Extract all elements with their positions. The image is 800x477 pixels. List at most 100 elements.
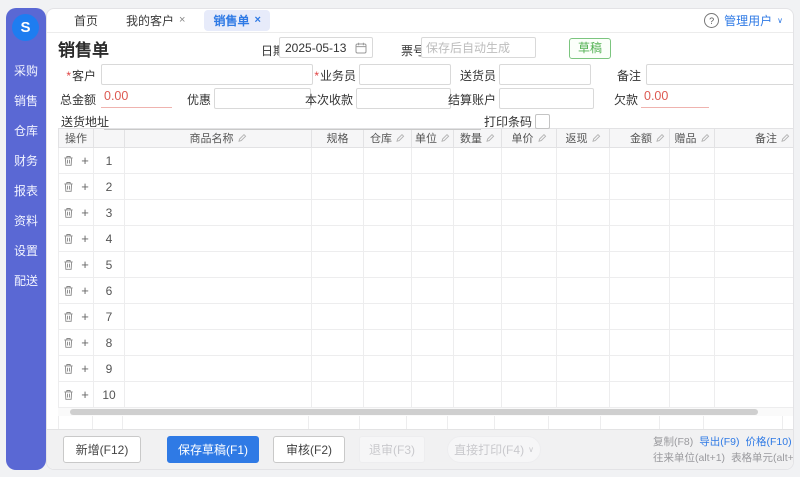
table-cell[interactable] [454,356,502,382]
table-cell[interactable] [364,148,412,174]
table-cell[interactable] [502,200,557,226]
table-cell[interactable] [502,278,557,304]
table-cell[interactable] [557,278,610,304]
deliveryman-input[interactable] [499,64,591,85]
delete-row-icon[interactable] [63,363,74,375]
table-cell[interactable] [125,356,312,382]
sidebar-item-finance[interactable]: 财务 [6,146,46,176]
sidebar-item-purchase[interactable]: 采购 [6,56,46,86]
salesman-input[interactable] [359,64,451,85]
table-cell[interactable] [502,382,557,408]
table-cell[interactable] [125,226,312,252]
settle-account-input[interactable] [499,88,594,109]
table-cell[interactable] [610,304,670,330]
delete-row-icon[interactable] [63,181,74,193]
copy-link[interactable]: 复制(F8) [653,436,693,448]
sidebar-item-settings[interactable]: 设置 [6,236,46,266]
table-cell[interactable] [715,304,795,330]
table-cell[interactable] [502,304,557,330]
table-cell[interactable] [412,200,454,226]
tab-sales-order[interactable]: 销售单× [204,10,269,31]
delete-row-icon[interactable] [63,337,74,349]
table-cell[interactable] [502,226,557,252]
table-cell[interactable] [715,174,795,200]
table-cell[interactable] [312,382,364,408]
table-cell[interactable] [412,304,454,330]
table-cell[interactable] [715,252,795,278]
table-cell[interactable] [454,226,502,252]
table-cell[interactable] [670,330,715,356]
table-cell[interactable] [125,382,312,408]
table-cell[interactable] [670,174,715,200]
table-cell[interactable] [364,174,412,200]
remark-input[interactable] [646,64,794,85]
date-input[interactable]: 2025-05-13 [279,37,373,58]
export-link[interactable]: 导出(F9) [699,436,739,448]
table-cell[interactable] [557,200,610,226]
table-cell[interactable] [412,148,454,174]
delete-row-icon[interactable] [63,233,74,245]
table-cell[interactable] [312,148,364,174]
partner-unit-link[interactable]: 往来单位(alt+1) [653,452,725,464]
delete-row-icon[interactable] [63,311,74,323]
table-cell[interactable] [610,330,670,356]
table-cell[interactable] [670,200,715,226]
table-cell[interactable] [312,278,364,304]
table-cell[interactable] [715,278,795,304]
table-cell[interactable] [502,252,557,278]
table-cell[interactable] [715,148,795,174]
table-cell[interactable] [364,226,412,252]
table-cell[interactable] [557,304,610,330]
table-cell[interactable] [670,382,715,408]
table-cell[interactable] [364,356,412,382]
table-cell[interactable] [502,330,557,356]
horizontal-scrollbar[interactable] [70,409,758,415]
table-cell[interactable] [715,200,795,226]
delete-row-icon[interactable] [63,155,74,167]
user-menu[interactable]: 管理用户 [724,12,772,29]
delete-row-icon[interactable] [63,259,74,271]
sidebar-item-sales[interactable]: 销售 [6,86,46,116]
sidebar-item-data[interactable]: 资料 [6,206,46,236]
table-cell[interactable] [670,252,715,278]
tab-home[interactable]: 首页 [65,10,107,31]
add-row-icon[interactable]: + [81,258,89,271]
table-cell[interactable] [610,252,670,278]
tab-my-customers[interactable]: 我的客户× [117,10,194,31]
table-cell[interactable] [125,278,312,304]
table-cell[interactable] [454,278,502,304]
sidebar-item-reports[interactable]: 报表 [6,176,46,206]
table-cell[interactable] [610,356,670,382]
table-cell[interactable] [312,304,364,330]
table-cell[interactable] [412,252,454,278]
table-cell[interactable] [364,252,412,278]
table-cell[interactable] [454,200,502,226]
add-row-icon[interactable]: + [81,180,89,193]
table-cell[interactable] [715,356,795,382]
table-cell[interactable] [412,330,454,356]
table-cell[interactable] [454,304,502,330]
table-cell[interactable] [502,356,557,382]
table-cell[interactable] [412,278,454,304]
table-cell[interactable] [125,304,312,330]
table-cell[interactable] [364,382,412,408]
table-cell[interactable] [312,200,364,226]
table-cell[interactable] [715,330,795,356]
table-cell[interactable] [312,252,364,278]
table-cell[interactable] [610,174,670,200]
table-cell[interactable] [454,382,502,408]
table-cell[interactable] [454,148,502,174]
table-cell[interactable] [715,382,795,408]
add-row-icon[interactable]: + [81,232,89,245]
customer-input[interactable] [101,64,313,85]
table-cell[interactable] [502,148,557,174]
table-cell[interactable] [670,148,715,174]
table-cell[interactable] [312,226,364,252]
table-cell[interactable] [364,278,412,304]
save-draft-button[interactable]: 保存草稿(F1) [167,436,259,463]
table-cell[interactable] [412,226,454,252]
table-cell[interactable] [610,148,670,174]
table-cell[interactable] [557,382,610,408]
table-cell[interactable] [125,174,312,200]
table-cell[interactable] [364,304,412,330]
